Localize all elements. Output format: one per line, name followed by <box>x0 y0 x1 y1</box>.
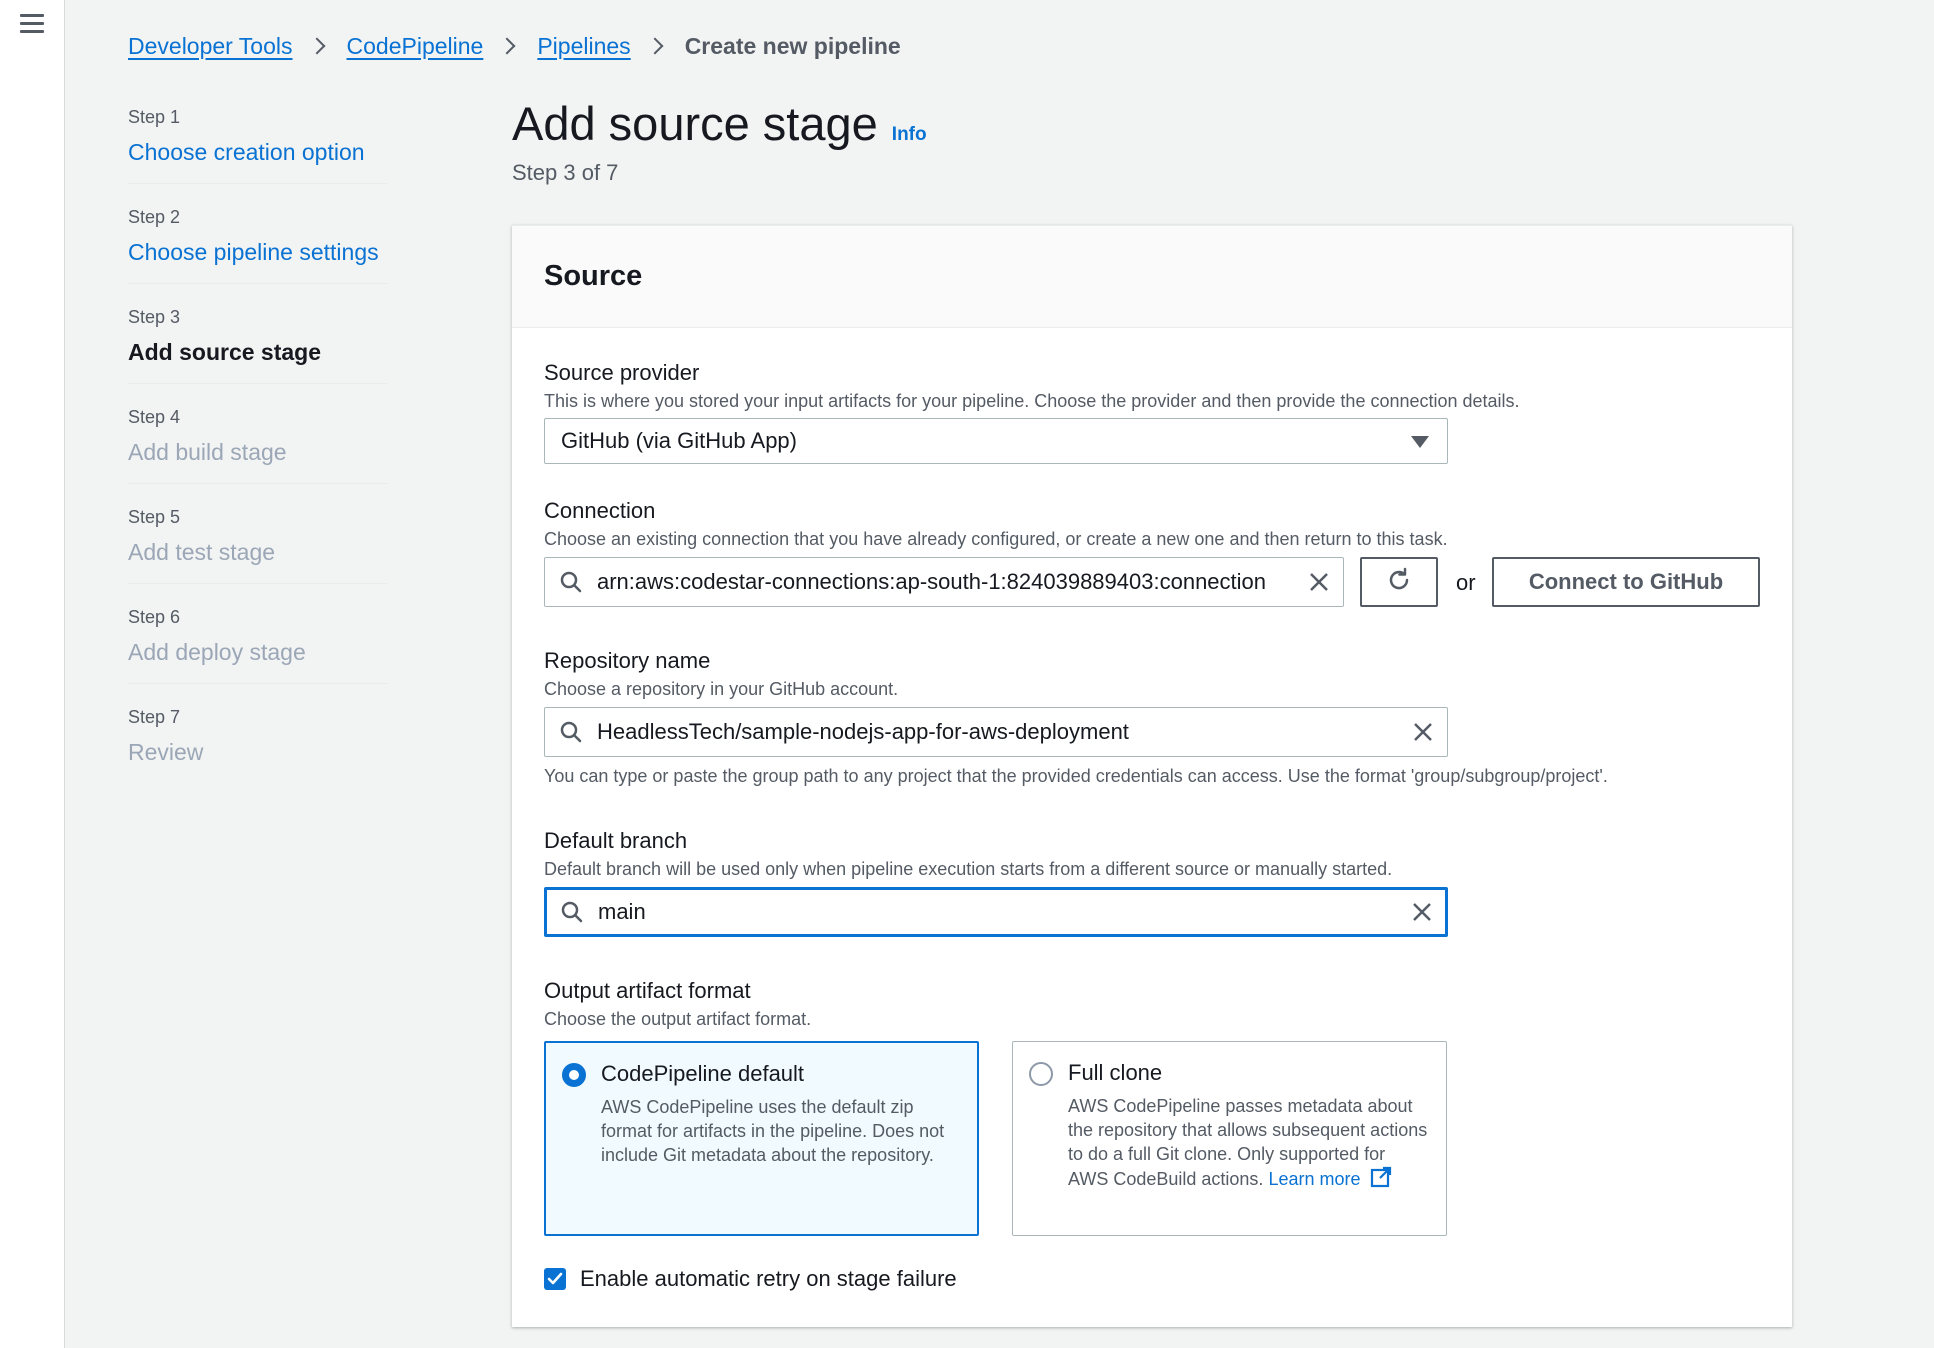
chevron-right-icon <box>646 37 664 55</box>
artifact-field: Output artifact format Choose the output… <box>544 976 811 1032</box>
wizard-step-4: Step 4 Add build stage <box>128 404 388 484</box>
option-title: CodePipeline default <box>601 1061 805 1086</box>
source-provider-label: Source provider <box>544 360 700 385</box>
panel-title: Source <box>544 260 643 292</box>
clear-icon[interactable] <box>1399 708 1447 756</box>
chevron-right-icon <box>308 37 326 55</box>
wizard-steps: Step 1 Choose creation option Step 2 Cho… <box>128 104 388 804</box>
artifact-label: Output artifact format <box>544 978 751 1003</box>
breadcrumb-developer-tools[interactable]: Developer Tools <box>128 33 293 60</box>
repository-input[interactable]: HeadlessTech/sample-nodejs-app-for-aws-d… <box>544 707 1448 757</box>
branch-description: Default branch will be used only when pi… <box>544 859 1393 879</box>
step-disabled-add-test-stage: Add test stage <box>128 539 276 565</box>
side-rail <box>0 0 65 1348</box>
connection-input[interactable]: arn:aws:codestar-connections:ap-south-1:… <box>544 557 1344 607</box>
breadcrumb-current: Create new pipeline <box>684 32 901 59</box>
connection-description: Choose an existing connection that you h… <box>544 529 1448 549</box>
page-header: Add source stage Info <box>512 96 927 151</box>
artifact-option-codepipeline-default[interactable]: CodePipeline default AWS CodePipeline us… <box>544 1041 979 1236</box>
branch-field: Default branch Default branch will be us… <box>544 826 1392 882</box>
breadcrumb-codepipeline[interactable]: CodePipeline <box>347 33 484 60</box>
breadcrumb-pipelines[interactable]: Pipelines <box>537 33 630 60</box>
step-number: Step 7 <box>128 707 181 727</box>
step-number: Step 5 <box>128 507 181 527</box>
branch-value: main <box>598 899 646 924</box>
artifact-option-full-clone[interactable]: Full clone AWS CodePipeline passes metad… <box>1012 1041 1447 1236</box>
repository-value: HeadlessTech/sample-nodejs-app-for-aws-d… <box>597 719 1129 744</box>
wizard-step-1: Step 1 Choose creation option <box>128 104 388 184</box>
wizard-step-3: Step 3 Add source stage <box>128 304 388 384</box>
or-text: or <box>1456 570 1476 595</box>
source-provider-field: Source provider This is where you stored… <box>544 358 1520 414</box>
connection-label: Connection <box>544 498 656 523</box>
wizard-step-2: Step 2 Choose pipeline settings <box>128 204 388 284</box>
breadcrumb: Developer Tools CodePipeline Pipelines C… <box>128 30 901 62</box>
checkbox-checked[interactable] <box>544 1268 566 1290</box>
page-title: Add source stage <box>512 97 878 150</box>
step-number: Step 4 <box>128 407 181 427</box>
wizard-step-5: Step 5 Add test stage <box>128 504 388 584</box>
branch-label: Default branch <box>544 828 688 853</box>
step-number: Step 2 <box>128 207 181 227</box>
radio-unselected[interactable] <box>1029 1062 1053 1086</box>
step-disabled-add-deploy-stage: Add deploy stage <box>128 639 306 665</box>
source-provider-value: GitHub (via GitHub App) <box>561 428 797 453</box>
step-disabled-add-build-stage: Add build stage <box>128 439 287 465</box>
external-link-icon <box>1370 1166 1392 1194</box>
branch-input[interactable]: main <box>544 887 1448 937</box>
connection-field: Connection Choose an existing connection… <box>544 496 1448 552</box>
option-title: Full clone <box>1068 1060 1163 1085</box>
info-link[interactable]: Info <box>892 124 927 146</box>
refresh-icon <box>1385 566 1413 599</box>
repository-description: Choose a repository in your GitHub accou… <box>544 679 899 699</box>
retry-label: Enable automatic retry on stage failure <box>580 1266 957 1291</box>
source-provider-select[interactable]: GitHub (via GitHub App) <box>544 418 1448 464</box>
repository-field: Repository name Choose a repository in y… <box>544 646 898 702</box>
connect-to-github-button[interactable]: Connect to GitHub <box>1492 557 1760 607</box>
option-description-wrapper: AWS CodePipeline passes metadata about t… <box>1068 1094 1428 1194</box>
source-provider-description: This is where you stored your input arti… <box>544 391 1520 411</box>
step-number: Step 3 <box>128 307 181 327</box>
wizard-step-7: Step 7 Review <box>128 704 388 784</box>
clear-icon[interactable] <box>1295 558 1343 606</box>
connection-value: arn:aws:codestar-connections:ap-south-1:… <box>597 569 1267 594</box>
repository-hint: You can type or paste the group path to … <box>544 766 1608 786</box>
step-current-add-source-stage: Add source stage <box>128 339 321 365</box>
chevron-right-icon <box>498 37 516 55</box>
search-icon <box>545 708 597 756</box>
repository-label: Repository name <box>544 648 711 673</box>
step-disabled-review: Review <box>128 739 204 765</box>
search-icon <box>545 558 597 606</box>
step-number: Step 6 <box>128 607 181 627</box>
search-icon <box>546 889 598 935</box>
caret-down-icon <box>1411 436 1429 448</box>
panel-header: Source <box>512 226 1792 328</box>
step-link-choose-pipeline-settings[interactable]: Choose pipeline settings <box>128 234 388 270</box>
step-counter: Step 3 of 7 <box>512 160 619 185</box>
step-link-choose-creation-option[interactable]: Choose creation option <box>128 134 388 170</box>
step-number: Step 1 <box>128 107 181 127</box>
clear-icon[interactable] <box>1398 889 1446 935</box>
learn-more-link[interactable]: Learn more <box>1268 1169 1360 1189</box>
wizard-step-6: Step 6 Add deploy stage <box>128 604 388 684</box>
refresh-button[interactable] <box>1360 557 1438 607</box>
menu-icon[interactable] <box>20 14 44 36</box>
option-description: AWS CodePipeline uses the default zip fo… <box>601 1097 945 1165</box>
artifact-description: Choose the output artifact format. <box>544 1009 812 1029</box>
source-panel: Source Source provider This is where you… <box>512 225 1792 1327</box>
radio-selected[interactable] <box>562 1063 586 1087</box>
retry-checkbox-row[interactable]: Enable automatic retry on stage failure <box>544 1266 957 1292</box>
